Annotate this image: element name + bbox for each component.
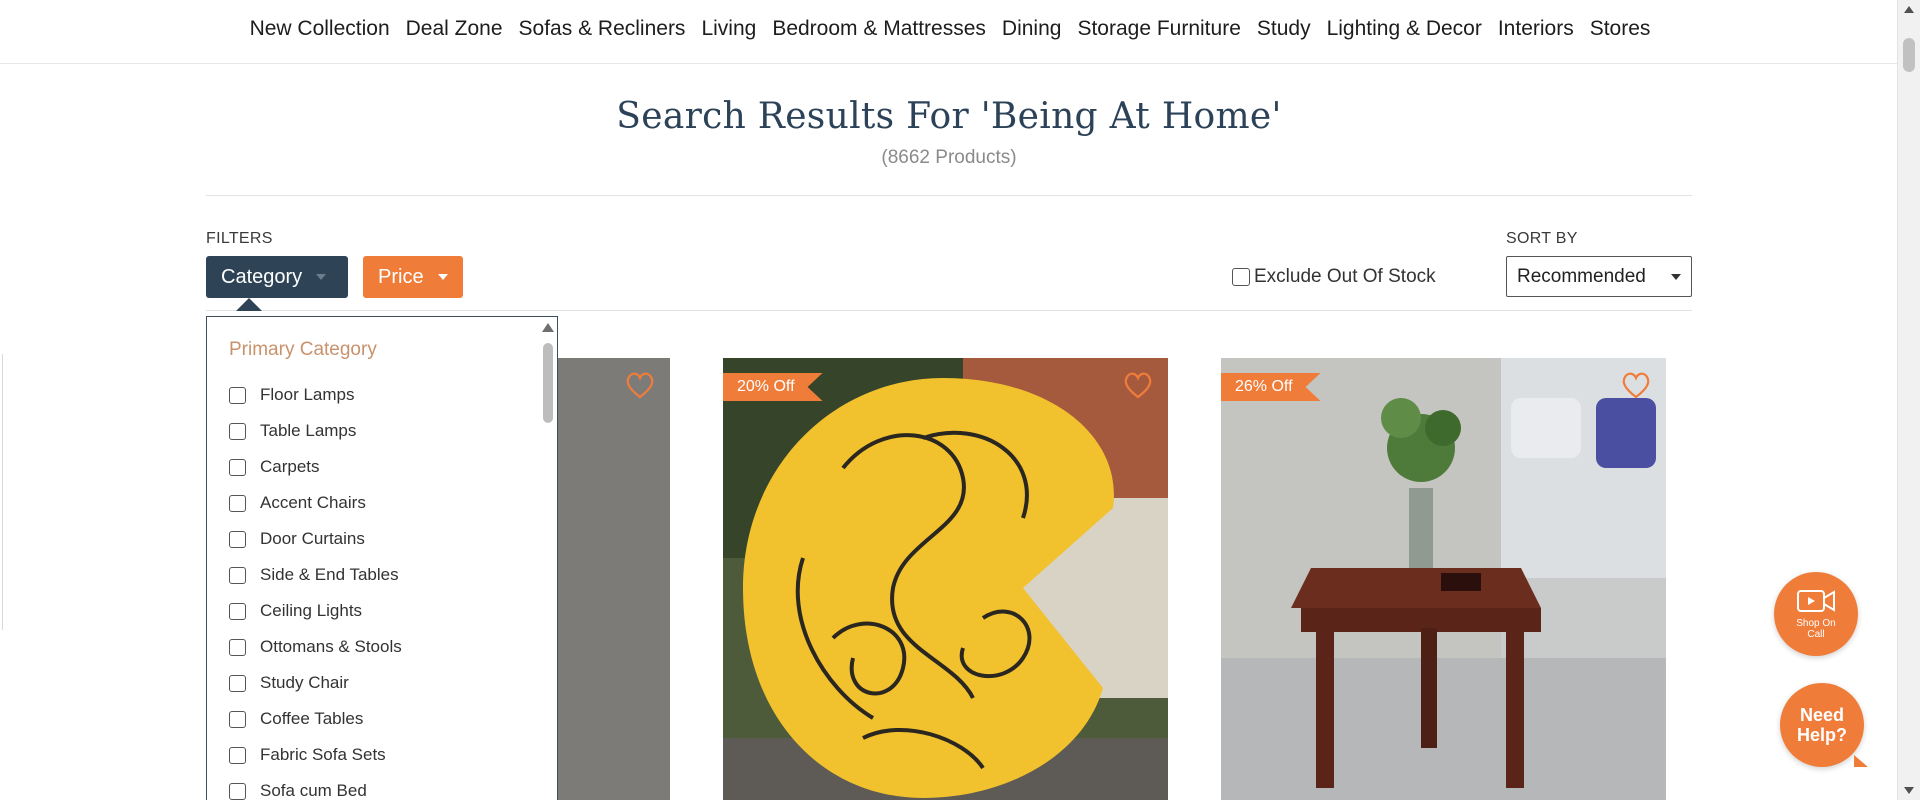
dropdown-pointer [236,298,262,311]
wishlist-heart-icon[interactable] [1620,370,1652,400]
category-option-label: Study Chair [260,673,349,692]
nav-item-deal-zone[interactable]: Deal Zone [398,17,511,41]
wooden-side-table-image[interactable] [1221,358,1666,800]
sort-selected-value: Recommended [1517,265,1646,287]
need-help-button[interactable]: Need Help? [1780,683,1868,767]
top-navigation: New Collection Deal Zone Sofas & Recline… [0,0,1900,64]
sort-by-select[interactable]: Recommended [1506,256,1692,297]
chevron-down-icon [437,274,448,280]
sort-by-label: SORT BY [1506,230,1578,247]
category-checkbox[interactable] [229,386,246,404]
primary-category-heading: Primary Category [229,339,377,360]
scroll-up-icon[interactable] [542,323,554,332]
product-card[interactable]: 26% Off [1221,358,1666,800]
yellow-abstract-rug-image[interactable] [723,358,1168,800]
category-options-list: Floor Lamps Table Lamps Carpets Accent C… [229,377,402,800]
category-checkbox[interactable] [229,710,246,728]
nav-item-stores[interactable]: Stores [1582,17,1659,41]
video-camera-icon [1797,590,1835,612]
category-option-label: Ottomans & Stools [260,637,402,656]
category-checkbox[interactable] [229,566,246,584]
category-checkbox[interactable] [229,638,246,656]
category-option-coffee-tables[interactable]: Coffee Tables [229,701,402,737]
category-checkbox[interactable] [229,602,246,620]
divider [206,310,1692,311]
category-option-label: Ceiling Lights [260,601,363,620]
shop-on-call-button[interactable]: Shop On Call [1774,572,1858,656]
category-checkbox[interactable] [229,494,246,512]
category-filter-label: Category [221,265,303,288]
category-option-table-lamps[interactable]: Table Lamps [229,413,402,449]
category-option-label: Accent Chairs [260,493,366,512]
page-scrollbar[interactable] [1897,0,1920,800]
wishlist-heart-icon[interactable] [1122,370,1154,400]
results-header: Search Results For 'Being At Home' (8662… [206,96,1692,169]
category-filter-button[interactable]: Category [206,256,348,298]
category-checkbox[interactable] [229,746,246,764]
category-option-ceiling-lights[interactable]: Ceiling Lights [229,593,402,629]
category-option-door-curtains[interactable]: Door Curtains [229,521,402,557]
category-option-label: Carpets [260,457,320,476]
category-option-label: Coffee Tables [260,709,364,728]
nav-item-storage-furniture[interactable]: Storage Furniture [1069,17,1248,41]
scrollbar-thumb[interactable] [1903,38,1915,72]
category-option-label: Floor Lamps [260,385,355,404]
exclude-out-of-stock-label: Exclude Out Of Stock [1254,266,1436,287]
scrollbar-thumb[interactable] [543,343,553,423]
category-option-floor-lamps[interactable]: Floor Lamps [229,377,402,413]
product-card[interactable]: 20% Off [723,358,1168,800]
price-filter-button[interactable]: Price [363,256,463,298]
scroll-down-icon[interactable] [1904,787,1914,794]
divider [206,195,1692,196]
category-checkbox[interactable] [229,458,246,476]
category-checkbox[interactable] [229,674,246,692]
exclude-out-of-stock-toggle[interactable]: Exclude Out Of Stock [1232,266,1436,288]
category-option-sofa-cum-bed[interactable]: Sofa cum Bed [229,773,402,800]
category-checkbox[interactable] [229,530,246,548]
scroll-up-icon[interactable] [1904,6,1914,13]
nav-item-living[interactable]: Living [693,17,764,41]
dropdown-arrow-icon [1671,274,1681,280]
category-option-label: Sofa cum Bed [260,781,367,800]
category-option-label: Fabric Sofa Sets [260,745,386,764]
nav-item-lighting-decor[interactable]: Lighting & Decor [1319,17,1490,41]
side-drawer-edge [0,354,3,630]
filters-label: FILTERS [206,230,273,247]
category-option-side-end-tables[interactable]: Side & End Tables [229,557,402,593]
category-option-fabric-sofa-sets[interactable]: Fabric Sofa Sets [229,737,402,773]
category-option-study-chair[interactable]: Study Chair [229,665,402,701]
category-option-ottomans-stools[interactable]: Ottomans & Stools [229,629,402,665]
nav-item-sofas-recliners[interactable]: Sofas & Recliners [511,17,694,41]
category-panel-scrollbar[interactable] [539,317,557,800]
product-count: (8662 Products) [881,147,1017,168]
nav-item-study[interactable]: Study [1249,17,1319,41]
category-checkbox[interactable] [229,782,246,800]
shop-on-call-label: Shop On Call [1796,618,1836,640]
chevron-down-icon [316,274,327,280]
category-option-label: Table Lamps [260,421,357,440]
category-checkbox[interactable] [229,422,246,440]
category-option-label: Door Curtains [260,529,365,548]
category-option-accent-chairs[interactable]: Accent Chairs [229,485,402,521]
discount-badge: 26% Off [1221,373,1321,401]
price-filter-label: Price [378,265,424,288]
need-help-label: Need Help? [1796,705,1847,745]
category-dropdown-panel: Primary Category Floor Lamps Table Lamps… [206,316,558,800]
category-option-carpets[interactable]: Carpets [229,449,402,485]
wishlist-heart-icon[interactable] [624,370,656,400]
page-title: Search Results For 'Being At Home' [616,96,1282,137]
category-option-label: Side & End Tables [260,565,399,584]
nav-item-dining[interactable]: Dining [994,17,1070,41]
nav-item-interiors[interactable]: Interiors [1490,17,1582,41]
nav-item-new-collection[interactable]: New Collection [242,17,398,41]
nav-item-bedroom-mattresses[interactable]: Bedroom & Mattresses [764,17,994,41]
discount-badge: 20% Off [723,373,823,401]
exclude-out-of-stock-checkbox[interactable] [1232,268,1250,286]
